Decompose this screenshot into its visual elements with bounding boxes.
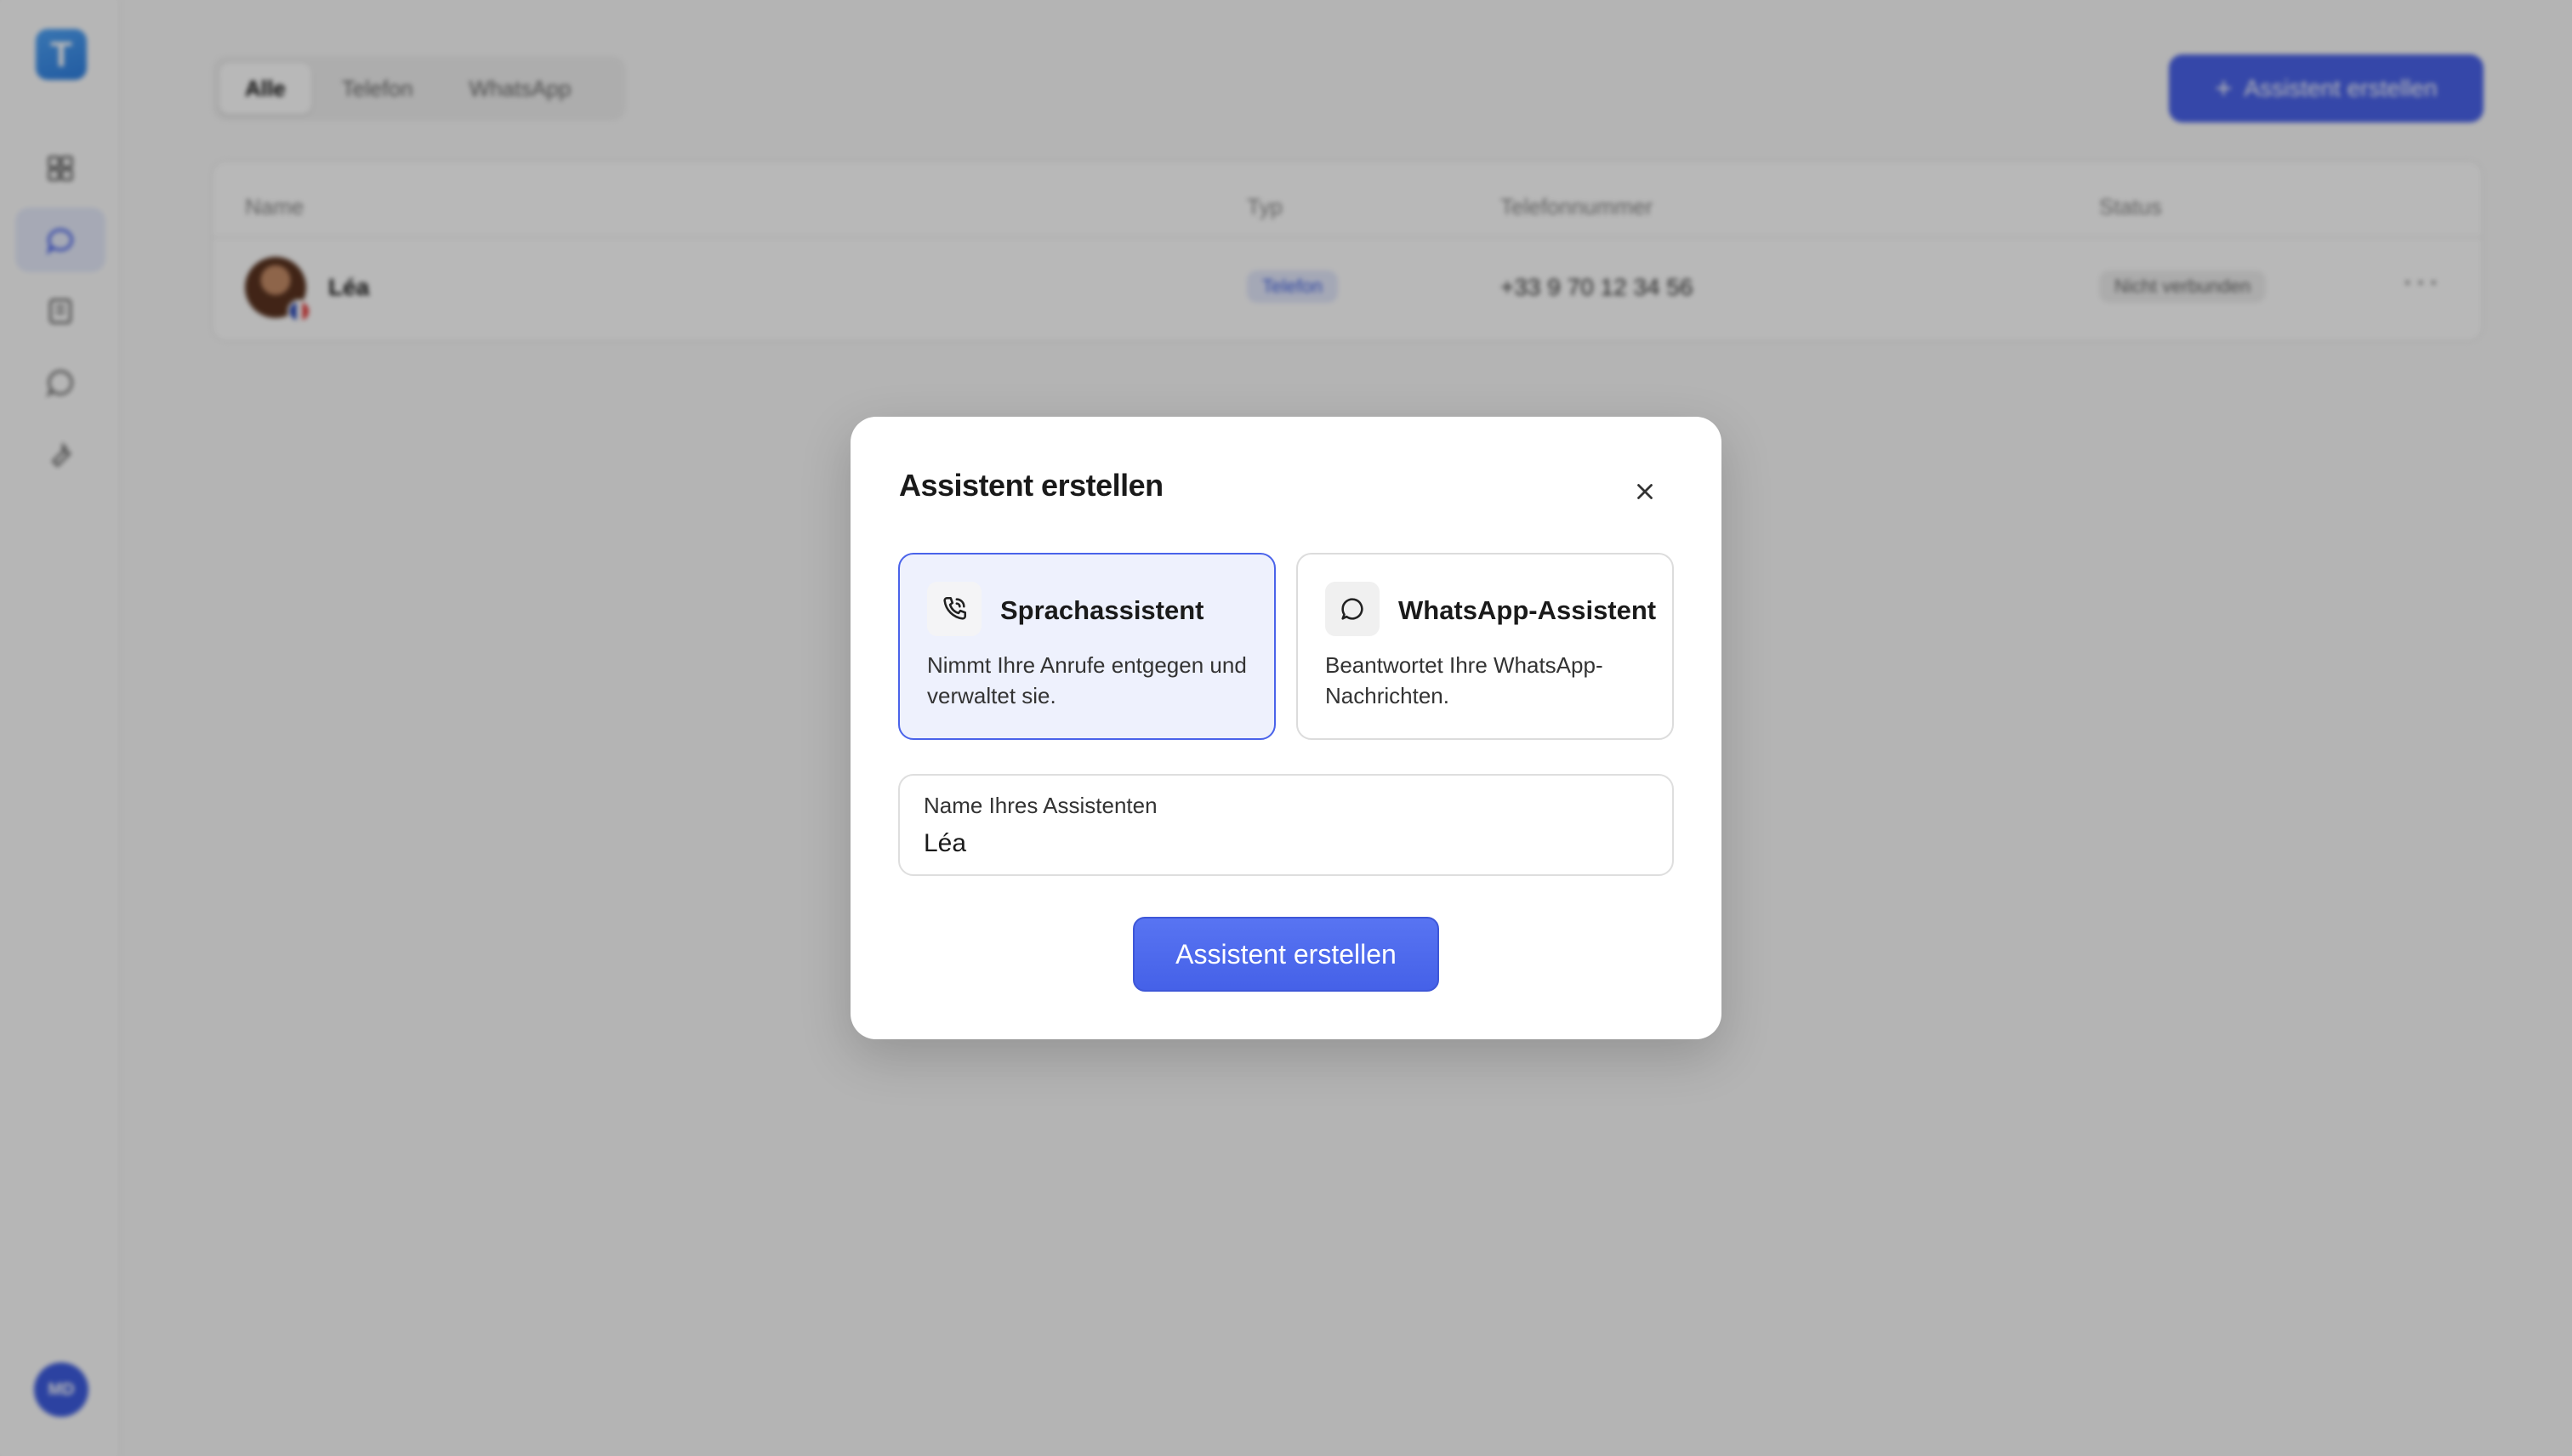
option-description: Nimmt Ihre Anrufe entgegen und verwaltet… — [927, 652, 1247, 708]
close-button[interactable] — [1625, 471, 1665, 512]
close-icon — [1637, 484, 1653, 499]
create-assistant-modal: Assistent erstellen Sprachassistent Nimm… — [851, 417, 1721, 1039]
field-label: Name Ihres Assistenten — [924, 793, 1158, 818]
assistant-name-field[interactable]: Name Ihres Assistenten — [898, 774, 1674, 876]
chat-bubble-icon — [1325, 582, 1380, 636]
option-voice-assistant[interactable]: Sprachassistent Nimmt Ihre Anrufe entgeg… — [898, 553, 1276, 740]
modal-title: Assistent erstellen — [899, 468, 1164, 503]
phone-call-icon — [927, 582, 982, 636]
option-title: Sprachassistent — [1000, 595, 1204, 625]
option-title: WhatsApp-Assistent — [1398, 595, 1657, 625]
assistant-name-input[interactable] — [924, 825, 1647, 862]
option-description: Beantwortet Ihre WhatsApp-Nachrichten. — [1325, 652, 1603, 708]
create-assistant-button[interactable]: Assistent erstellen — [1133, 917, 1439, 992]
option-whatsapp-assistant[interactable]: WhatsApp-Assistent Beantwortet Ihre What… — [1296, 553, 1674, 740]
